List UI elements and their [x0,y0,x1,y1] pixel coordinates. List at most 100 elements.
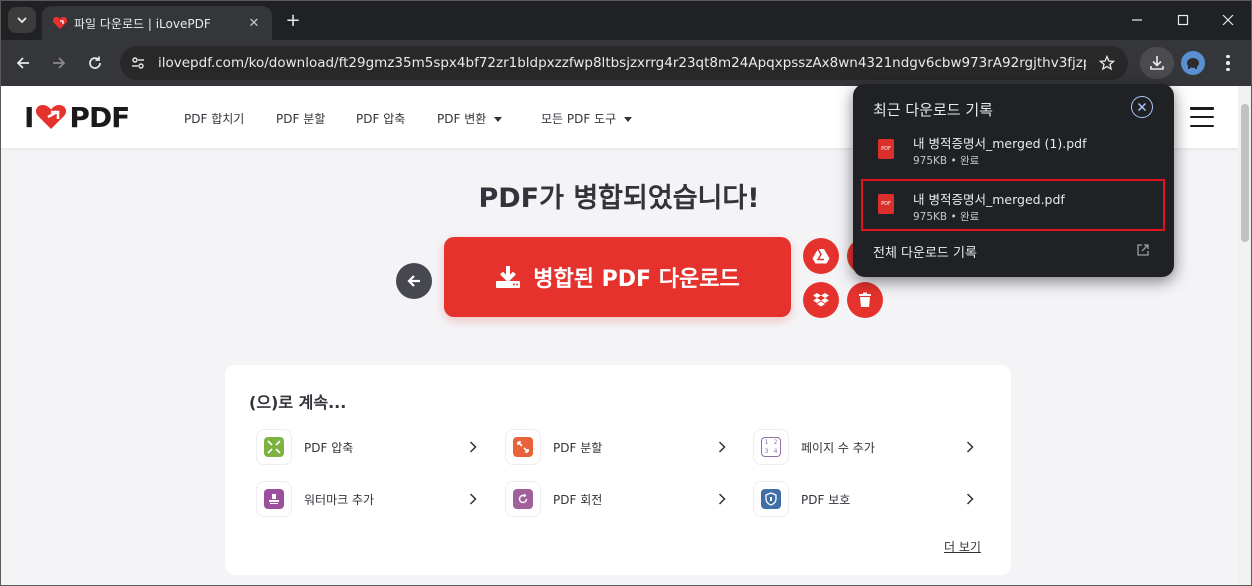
nav-split-pdf[interactable]: PDF 분할 [276,110,325,127]
tab-title: 파일 다운로드 | iLovePDF [74,17,211,31]
maximize-button[interactable] [1170,7,1196,33]
arrow-right-icon [53,57,66,69]
chevron-right-icon [466,439,480,455]
chevron-down-icon [17,17,27,24]
tool-add-watermark[interactable]: 워터마크 추가 [256,481,480,517]
trash-icon [859,292,871,307]
browser-menu-button[interactable] [1218,51,1238,75]
arrow-left-icon [16,57,29,69]
new-tab-button[interactable]: + [282,9,304,31]
chevron-right-icon [466,491,480,507]
minimize-button[interactable] [1124,7,1150,33]
nav-merge-pdf[interactable]: PDF 합치기 [184,110,244,127]
download-merged-pdf-button[interactable]: 병합된 PDF 다운로드 [444,237,791,317]
tool-add-page-numbers[interactable]: 1234 페이지 수 추가 [753,429,977,465]
close-popup-button[interactable] [1131,96,1153,118]
chevron-right-icon [715,491,729,507]
google-drive-icon [812,248,830,264]
download-file-name: 내 병적증명서_merged (1).pdf [913,136,1087,151]
bookmark-star-icon[interactable] [1098,54,1116,72]
nav-all-tools-label: 모든 PDF 도구 [541,112,617,126]
logo-text: PDF [69,100,130,134]
rotate-icon [505,481,541,517]
nav-convert-label: PDF 변환 [437,112,487,126]
split-icon [505,429,541,465]
heart-logo-icon [36,105,67,129]
save-to-google-drive-button[interactable] [803,238,839,274]
watermark-icon [256,481,292,517]
tool-protect-pdf[interactable]: PDF 보호 [753,481,977,517]
delete-file-button[interactable] [847,282,883,318]
ilovepdf-favicon-icon [52,17,68,29]
dropbox-icon [813,293,829,307]
back-button[interactable] [396,263,432,299]
arrow-left-icon [407,275,420,287]
tool-label: PDF 보호 [801,493,851,507]
nav-compress-pdf[interactable]: PDF 압축 [356,110,405,127]
see-more-link[interactable]: 더 보기 [944,538,981,555]
download-icon [496,266,521,288]
tool-label: 페이지 수 추가 [801,441,875,455]
protect-icon [753,481,789,517]
address-bar[interactable]: ilovepdf.com/ko/download/ft29gmz35m5spx4… [120,46,1128,80]
elephant-avatar-icon [1187,58,1199,69]
tune-icon [132,57,144,69]
reload-icon [89,56,101,69]
url-text[interactable]: ilovepdf.com/ko/download/ft29gmz35m5spx4… [158,55,1086,71]
download-item-highlighted[interactable]: PDF 내 병적증명서_merged.pdf 975KB • 완료 [861,179,1165,231]
external-link-icon [1137,244,1149,256]
pdf-file-icon: PDF [878,139,894,159]
hamburger-menu-icon[interactable] [1190,107,1214,127]
compress-icon [256,429,292,465]
tab-search-button[interactable] [8,7,36,33]
tool-label: PDF 압축 [304,441,354,455]
all-downloads-link[interactable]: 전체 다운로드 기록 [873,242,977,261]
close-icon [1222,14,1234,26]
logo-letter: I [24,100,34,134]
tool-label: PDF 회전 [553,493,603,507]
continue-title: (으)로 계속... [249,393,347,412]
save-to-dropbox-button[interactable] [803,282,839,318]
caret-down-icon [494,117,503,122]
page-numbers-icon: 1234 [753,429,789,465]
recent-downloads-popup: 최근 다운로드 기록 PDF 내 병적증명서_merged (1).pdf 97… [853,84,1174,277]
forward-nav-button[interactable] [47,51,71,75]
open-external-icon[interactable] [1135,242,1151,258]
reload-button[interactable] [83,51,107,75]
nav-all-tools[interactable]: 모든 PDF 도구 [541,110,633,127]
download-item[interactable]: PDF 내 병적증명서_merged (1).pdf 975KB • 완료 [863,126,1163,172]
chevron-right-icon [715,439,729,455]
star-icon [1099,55,1115,71]
tool-rotate-pdf[interactable]: PDF 회전 [505,481,729,517]
chevron-right-icon [963,491,977,507]
tab-close-icon[interactable]: ✕ [244,13,264,33]
caret-down-icon [624,117,633,122]
back-nav-button[interactable] [11,51,35,75]
page-scrollbar-thumb[interactable] [1241,104,1249,242]
tool-split-pdf[interactable]: PDF 분할 [505,429,729,465]
tool-label: PDF 분할 [553,441,603,455]
browser-tab[interactable]: 파일 다운로드 | iLovePDF ✕ [42,6,272,40]
profile-avatar[interactable] [1181,51,1205,75]
continue-with-card: (으)로 계속... PDF 압축 PDF 분할 1234 페이지 수 추가 워… [225,365,1011,575]
tool-label: 워터마크 추가 [304,493,375,507]
download-status: 975KB • 완료 [913,155,980,167]
browser-toolbar: ilovepdf.com/ko/download/ft29gmz35m5spx4… [0,40,1252,86]
browser-tab-bar: 파일 다운로드 | iLovePDF ✕ + [0,0,1252,40]
ilovepdf-logo[interactable]: I PDF [24,100,130,134]
site-info-button[interactable] [128,53,148,73]
tool-compress-pdf[interactable]: PDF 압축 [256,429,480,465]
downloads-button[interactable] [1140,47,1174,79]
close-icon [1137,102,1147,112]
pdf-file-icon: PDF [878,194,894,214]
minimize-icon [1132,19,1142,21]
close-window-button[interactable] [1215,7,1241,33]
download-status: 975KB • 완료 [913,211,980,223]
chevron-right-icon [963,439,977,455]
download-icon [1150,56,1164,70]
maximize-icon [1177,14,1189,26]
nav-convert-pdf[interactable]: PDF 변환 [437,110,503,127]
downloads-popup-title: 최근 다운로드 기록 [873,101,993,119]
download-file-name: 내 병적증명서_merged.pdf [913,192,1065,207]
download-button-label: 병합된 PDF 다운로드 [533,267,740,292]
